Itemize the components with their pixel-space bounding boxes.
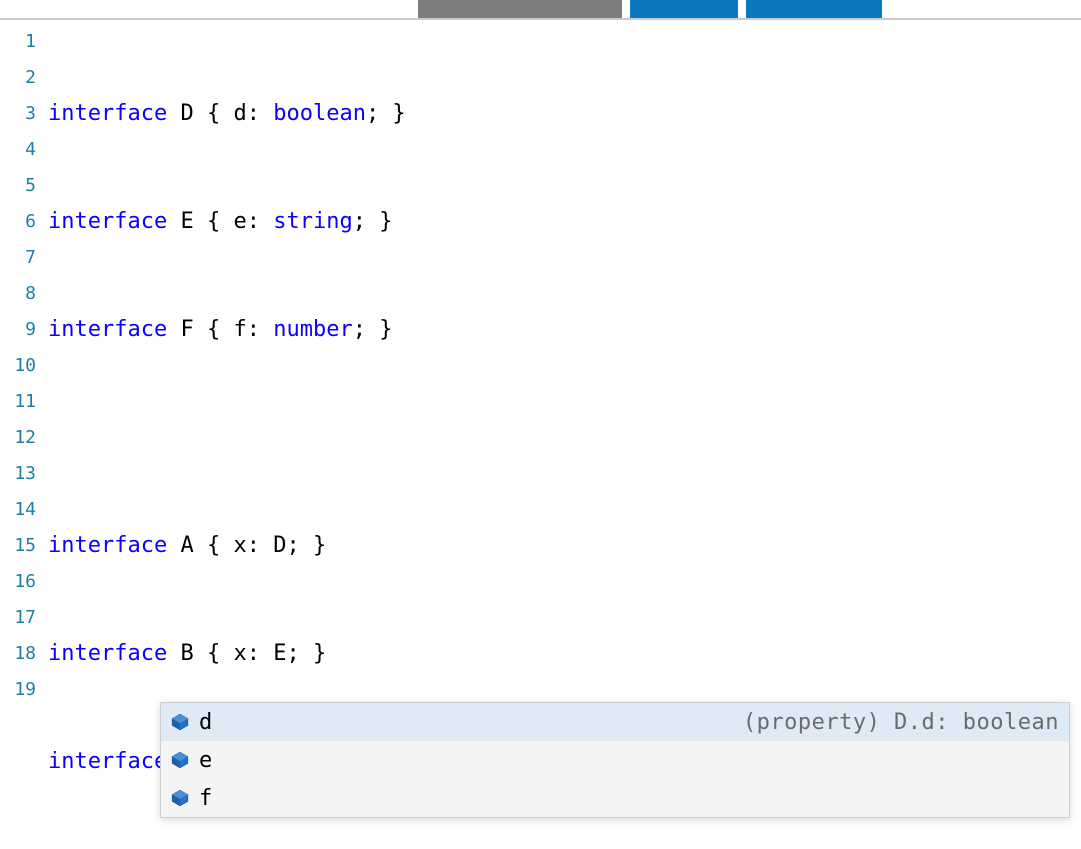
property-icon bbox=[171, 789, 189, 807]
type-ref: E bbox=[273, 641, 286, 666]
keyword-interface: interface bbox=[48, 641, 167, 666]
suggestion-detail: (property) D.d: boolean bbox=[743, 710, 1059, 735]
keyword-interface: interface bbox=[48, 101, 167, 126]
line-number: 15 bbox=[0, 528, 42, 564]
line-number: 17 bbox=[0, 600, 42, 636]
line-number: 6 bbox=[0, 204, 42, 240]
code-line[interactable]: interface A { x: D; } bbox=[48, 528, 1081, 564]
suggestion-item[interactable]: d (property) D.d: boolean bbox=[161, 703, 1069, 741]
line-number: 9 bbox=[0, 312, 42, 348]
line-number: 11 bbox=[0, 384, 42, 420]
line-number: 14 bbox=[0, 492, 42, 528]
prop-name: d bbox=[233, 101, 246, 126]
prop-name: x bbox=[233, 533, 246, 558]
line-number: 12 bbox=[0, 420, 42, 456]
property-icon bbox=[171, 751, 189, 769]
line-number-gutter: 1 2 3 4 5 6 7 8 9 10 11 12 13 14 15 16 1… bbox=[0, 20, 42, 849]
code-line[interactable]: interface F { f: number; } bbox=[48, 312, 1081, 348]
tab-active-2[interactable] bbox=[746, 0, 882, 18]
line-number: 18 bbox=[0, 636, 42, 672]
suggestion-item[interactable]: f bbox=[161, 779, 1069, 817]
type-string: string bbox=[273, 209, 352, 234]
keyword-interface: interface bbox=[48, 317, 167, 342]
intellisense-popup[interactable]: d (property) D.d: boolean e f bbox=[160, 702, 1070, 818]
suggestion-label: f bbox=[199, 786, 212, 811]
type-name: E bbox=[180, 209, 193, 234]
line-number: 7 bbox=[0, 240, 42, 276]
tab-strip bbox=[0, 0, 1081, 20]
type-number: number bbox=[273, 317, 352, 342]
property-icon bbox=[171, 713, 189, 731]
tab-active-1[interactable] bbox=[630, 0, 738, 18]
prop-name: e bbox=[233, 209, 246, 234]
line-number: 16 bbox=[0, 564, 42, 600]
line-number: 4 bbox=[0, 132, 42, 168]
code-line[interactable]: interface B { x: E; } bbox=[48, 636, 1081, 672]
line-number: 3 bbox=[0, 96, 42, 132]
prop-name: x bbox=[233, 641, 246, 666]
keyword-interface: interface bbox=[48, 749, 167, 774]
line-number: 1 bbox=[0, 24, 42, 60]
line-number: 2 bbox=[0, 60, 42, 96]
line-number: 8 bbox=[0, 276, 42, 312]
type-name: D bbox=[180, 101, 193, 126]
type-name: F bbox=[180, 317, 193, 342]
code-line[interactable] bbox=[48, 420, 1081, 456]
line-number: 19 bbox=[0, 672, 42, 708]
suggestion-item[interactable]: e bbox=[161, 741, 1069, 779]
type-boolean: boolean bbox=[273, 101, 366, 126]
suggestion-label: d bbox=[199, 710, 212, 735]
suggestion-label: e bbox=[199, 748, 212, 773]
keyword-interface: interface bbox=[48, 533, 167, 558]
tab-inactive[interactable] bbox=[418, 0, 622, 18]
type-ref: D bbox=[273, 533, 286, 558]
type-name: B bbox=[180, 641, 193, 666]
line-number: 5 bbox=[0, 168, 42, 204]
type-name: A bbox=[180, 533, 193, 558]
code-line[interactable]: interface E { e: string; } bbox=[48, 204, 1081, 240]
code-line[interactable]: interface D { d: boolean; } bbox=[48, 96, 1081, 132]
line-number: 10 bbox=[0, 348, 42, 384]
prop-name: f bbox=[233, 317, 246, 342]
keyword-interface: interface bbox=[48, 209, 167, 234]
line-number: 13 bbox=[0, 456, 42, 492]
